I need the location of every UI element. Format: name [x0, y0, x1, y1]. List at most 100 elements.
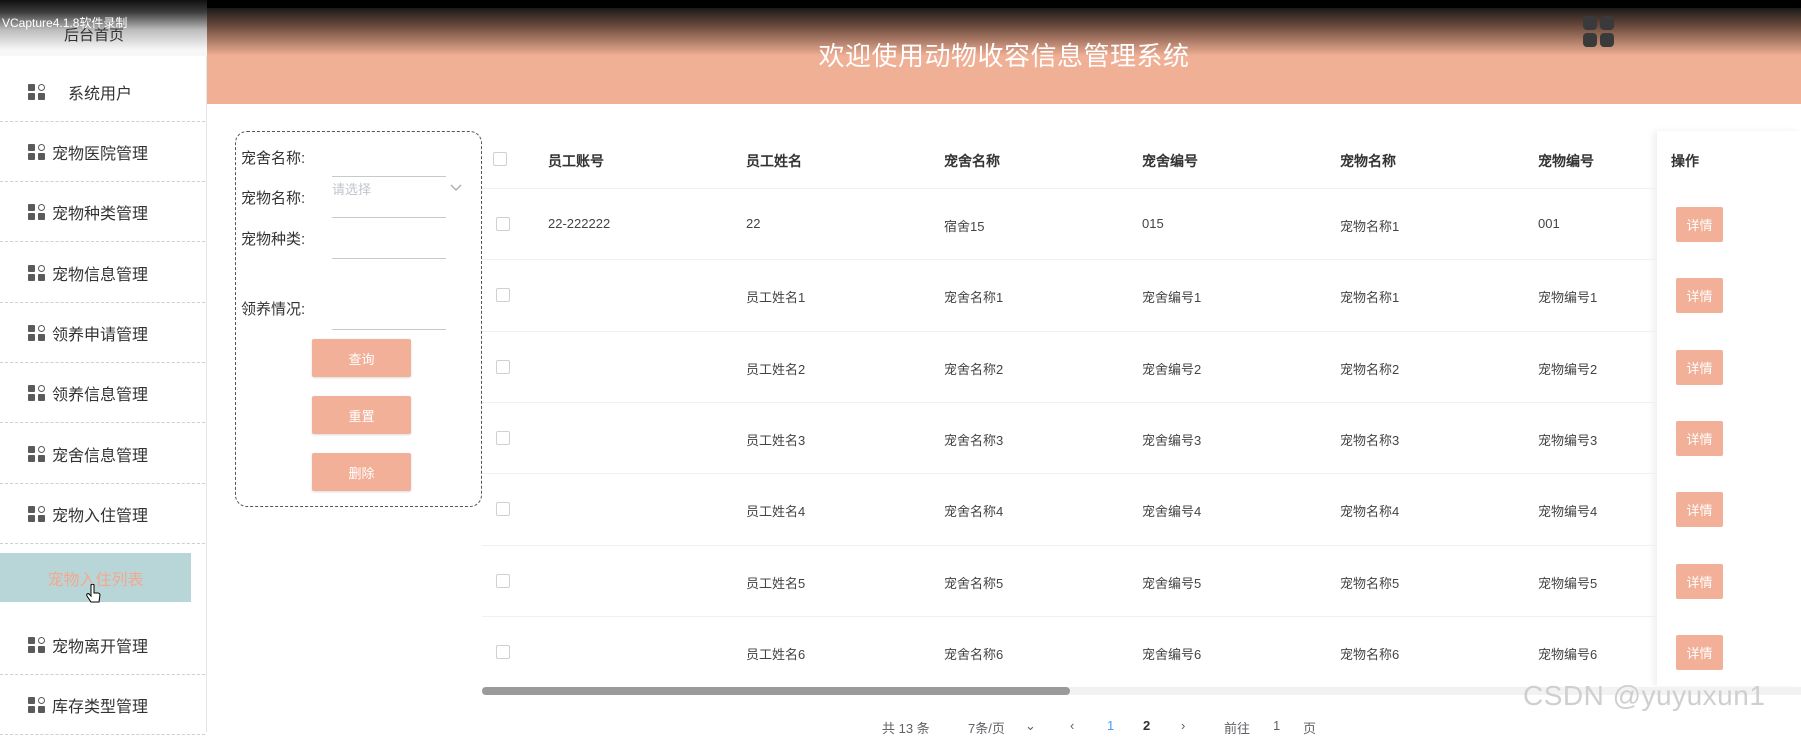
top-strip — [0, 0, 1801, 8]
pagination-total: 共 13 条 — [882, 721, 930, 736]
detail-button[interactable]: 详情 — [1676, 278, 1723, 314]
grid-icon — [28, 384, 46, 401]
select-all-checkbox[interactable] — [493, 152, 507, 166]
sidebar-item-label: 宠物医院管理 — [52, 145, 149, 163]
table-cell-pet_no: 001 — [1538, 216, 1560, 231]
row-checkbox[interactable] — [496, 430, 510, 445]
detail-button[interactable]: 详情 — [1676, 420, 1723, 456]
table-cell-name: 员工姓名3 — [746, 432, 806, 448]
detail-button[interactable]: 详情 — [1676, 349, 1723, 385]
page-number-2[interactable]: 2 — [1143, 718, 1150, 733]
table-cell-name: 22 — [746, 216, 761, 231]
row-divider — [482, 544, 1657, 546]
pet-type-input[interactable] — [332, 258, 446, 259]
table-cell-pet: 宠物名称5 — [1340, 575, 1400, 591]
table-cell-dorm: 宠舍名称4 — [944, 504, 1004, 520]
grid-icon — [28, 445, 46, 462]
delete-button[interactable]: 删除 — [312, 453, 411, 491]
table-cell-pet: 宠物名称2 — [1340, 361, 1400, 377]
table-cell-dorm: 宿舍15 — [944, 219, 985, 234]
scrollbar-thumb[interactable] — [482, 687, 1070, 695]
table-cell-dorm: 宠舍名称1 — [944, 290, 1004, 306]
hand-cursor-icon — [86, 583, 102, 606]
goto-input[interactable]: 1 — [1273, 718, 1280, 733]
sidebar-item-label: 库存类型管理 — [52, 698, 149, 716]
next-page-icon[interactable]: › — [1181, 718, 1185, 733]
table-cell-pet_no: 宠物编号5 — [1538, 575, 1598, 591]
row-checkbox[interactable] — [496, 217, 510, 231]
row-checkbox[interactable] — [496, 644, 510, 659]
prev-page-icon[interactable]: ‹ — [1070, 718, 1074, 733]
table-cell-dorm_no: 宠舍编号2 — [1142, 361, 1202, 377]
table-cell-name: 员工姓名4 — [746, 504, 806, 520]
sidebar-item-adoption-apply[interactable]: 领养申请管理 — [0, 303, 205, 363]
header-name: 员工姓名 — [746, 153, 802, 169]
header-operation: 操作 — [1671, 153, 1699, 169]
table-cell-dorm_no: 宠舍编号3 — [1142, 432, 1202, 448]
table-cell-dorm_no: 宠舍编号1 — [1142, 290, 1202, 306]
table-cell-account: 22-222222 — [548, 216, 611, 231]
row-divider — [482, 401, 1657, 403]
row-divider — [482, 259, 1657, 261]
sidebar-item-pet-hospital[interactable]: 宠物医院管理 — [0, 122, 205, 182]
header-dorm: 宠舍名称 — [944, 153, 1000, 169]
sidebar-item-pet-info[interactable]: 宠物信息管理 — [0, 243, 205, 303]
page-title: 欢迎使用动物收容信息管理系统 — [818, 41, 1190, 71]
detail-button[interactable]: 详情 — [1676, 207, 1723, 242]
table-cell-pet_no: 宠物编号2 — [1538, 361, 1598, 377]
adoption-status-input[interactable] — [332, 329, 446, 330]
table-cell-pet_no: 宠物编号6 — [1538, 646, 1598, 662]
chevron-down-icon[interactable] — [450, 180, 462, 195]
sidebar-item-stock-type[interactable]: 库存类型管理 — [0, 675, 205, 735]
sidebar-item-label: 宠物信息管理 — [52, 266, 149, 284]
user-menu-icon[interactable] — [1583, 16, 1617, 50]
sidebar-item-pet-checkin[interactable]: 宠物入住管理 — [0, 484, 205, 544]
pet-type-label: 宠物种类: — [241, 231, 306, 248]
row-divider — [482, 330, 1657, 332]
table-cell-dorm: 宠舍名称6 — [944, 646, 1004, 662]
table-cell-dorm_no: 宠舍编号4 — [1142, 504, 1202, 520]
grid-icon — [28, 636, 46, 653]
search-panel: 宠舍名称: 宠物名称: 请选择 宠物种类: 领养情况: 查询 重置 删除 — [235, 131, 482, 507]
pet-name-label: 宠物名称: — [241, 190, 306, 207]
table-cell-dorm_no: 015 — [1142, 216, 1164, 231]
sidebar-item-label: 宠物入住管理 — [52, 507, 149, 525]
sidebar-item-label: 领养申请管理 — [52, 326, 149, 344]
header-pet: 宠物名称 — [1340, 153, 1396, 169]
row-checkbox[interactable] — [496, 502, 510, 517]
sidebar-item-pet-category[interactable]: 宠物种类管理 — [0, 182, 205, 242]
table-cell-dorm: 宠舍名称3 — [944, 432, 1004, 448]
sidebar-item-pet-leave[interactable]: 宠物离开管理 — [0, 615, 205, 675]
table-cell-pet: 宠物名称3 — [1340, 432, 1400, 448]
table-cell-pet: 宠物名称4 — [1340, 504, 1400, 520]
page-number-1[interactable]: 1 — [1107, 718, 1114, 733]
table-cell-name: 员工姓名5 — [746, 575, 806, 591]
page-size-select[interactable]: 7条/页 — [968, 718, 1005, 737]
grid-icon — [28, 83, 46, 100]
detail-button[interactable]: 详情 — [1676, 563, 1723, 599]
grid-icon — [28, 324, 46, 341]
goto-label: 前往 — [1224, 721, 1251, 736]
sidebar-item-adoption-info[interactable]: 领养信息管理 — [0, 363, 205, 423]
row-checkbox[interactable] — [496, 573, 510, 588]
sidebar: 后台首页 VCapture4.1.8软件录制 系统用户 宠物医院管理 宠物种类管理宠… — [0, 0, 207, 735]
csdn-watermark: CSDN @yuyuxun1 — [1523, 680, 1766, 711]
detail-button[interactable]: 详情 — [1676, 492, 1723, 528]
grid-icon — [28, 264, 46, 281]
data-table: 员工账号 员工姓名 宠舍名称 宠舍编号 宠物名称 宠物编号 操作 22-2222… — [482, 131, 1801, 691]
dorm-name-input[interactable] — [332, 176, 446, 177]
table-cell-dorm_no: 宠舍编号6 — [1142, 646, 1202, 662]
row-checkbox[interactable] — [496, 359, 510, 374]
row-divider — [482, 615, 1657, 617]
table-cell-name: 员工姓名2 — [746, 361, 806, 377]
query-button[interactable]: 查询 — [312, 339, 411, 377]
pet-name-select-line — [332, 217, 446, 218]
reset-button[interactable]: 重置 — [312, 396, 411, 434]
sidebar-item-dorm-info[interactable]: 宠舍信息管理 — [0, 424, 205, 484]
grid-icon — [28, 505, 46, 522]
row-checkbox[interactable] — [496, 288, 510, 303]
header-pet-no: 宠物编号 — [1538, 153, 1594, 169]
sidebar-item-system-users[interactable]: 系统用户 — [0, 62, 205, 122]
grid-icon — [28, 143, 46, 160]
detail-button[interactable]: 详情 — [1676, 634, 1723, 670]
